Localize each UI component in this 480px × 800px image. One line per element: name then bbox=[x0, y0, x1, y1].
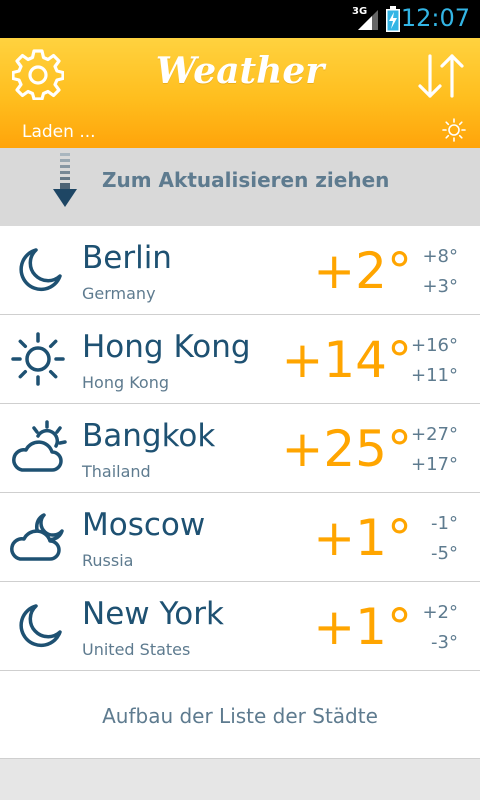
city-list: Berlin Germany +2° +8° +3° Hong Kong Hon… bbox=[0, 226, 480, 759]
city-row-berlin[interactable]: Berlin Germany +2° +8° +3° bbox=[0, 226, 480, 315]
low-temperature: +11° bbox=[411, 365, 458, 386]
low-temperature: -5° bbox=[431, 543, 458, 564]
city-row-bangkok[interactable]: Bangkok Thailand +25° +27° +17° bbox=[0, 404, 480, 493]
high-temperature: +8° bbox=[422, 246, 458, 267]
sort-arrows-icon[interactable] bbox=[416, 52, 466, 100]
low-temperature: +17° bbox=[411, 454, 458, 475]
high-temperature: -1° bbox=[431, 513, 458, 534]
city-row-moscow[interactable]: Moscow Russia +1° -1° -5° bbox=[0, 493, 480, 582]
high-temperature: +16° bbox=[411, 335, 458, 356]
city-name: Hong Kong bbox=[82, 329, 251, 365]
country-name: Thailand bbox=[82, 462, 151, 481]
city-name: New York bbox=[82, 596, 224, 632]
app-header: Weather Laden ... bbox=[0, 38, 480, 148]
pull-to-refresh[interactable]: Zum Aktualisieren ziehen bbox=[0, 148, 480, 226]
country-name: Russia bbox=[82, 551, 134, 570]
city-name: Berlin bbox=[82, 240, 172, 276]
sun-icon bbox=[11, 332, 65, 386]
city-name: Bangkok bbox=[82, 418, 216, 454]
current-temperature: +1° bbox=[313, 598, 412, 656]
high-temperature: +2° bbox=[422, 602, 458, 623]
country-name: Hong Kong bbox=[82, 373, 169, 392]
current-temperature: +2° bbox=[313, 242, 412, 300]
city-row-hong-kong[interactable]: Hong Kong Hong Kong +14° +16° +11° bbox=[0, 315, 480, 404]
moon-cloud-icon bbox=[10, 513, 64, 561]
battery-charging-icon bbox=[386, 6, 400, 32]
pull-to-refresh-label: Zum Aktualisieren ziehen bbox=[102, 168, 390, 192]
low-temperature: -3° bbox=[431, 632, 458, 653]
city-name: Moscow bbox=[82, 507, 206, 543]
clock: 12:07 bbox=[400, 4, 470, 32]
country-name: United States bbox=[82, 640, 191, 659]
app-title: Weather bbox=[155, 50, 325, 92]
build-city-list-button[interactable]: Aufbau der Liste der Städte bbox=[0, 671, 480, 759]
loading-status: Laden ... bbox=[22, 122, 96, 142]
low-temperature: +3° bbox=[422, 276, 458, 297]
arrow-down-icon bbox=[53, 153, 77, 207]
current-temperature: +14° bbox=[281, 331, 412, 389]
city-row-new-york[interactable]: New York United States +1° +2° -3° bbox=[0, 582, 480, 671]
moon-icon bbox=[19, 248, 62, 292]
signal-icon bbox=[358, 10, 378, 30]
sun-icon bbox=[442, 118, 466, 142]
current-temperature: +1° bbox=[313, 509, 412, 567]
status-bar: 3G 12:07 bbox=[0, 0, 480, 38]
high-temperature: +27° bbox=[411, 424, 458, 445]
moon-icon bbox=[19, 604, 62, 648]
country-name: Germany bbox=[82, 284, 156, 303]
current-temperature: +25° bbox=[281, 420, 412, 478]
sun-cloud-icon bbox=[12, 420, 67, 472]
